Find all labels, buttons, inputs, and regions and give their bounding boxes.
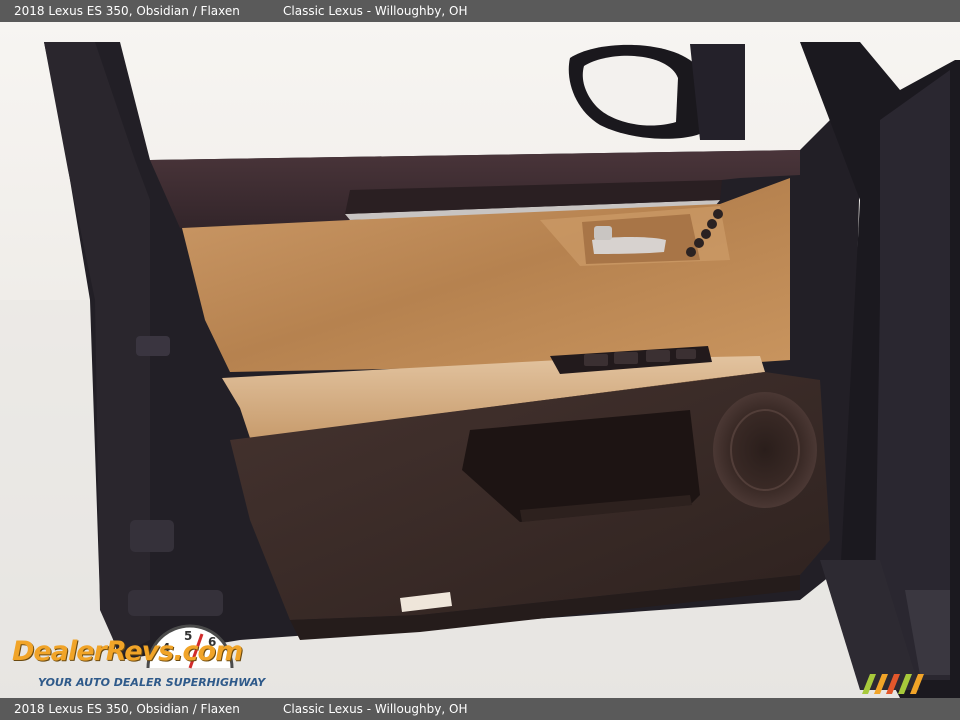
caption-bar-top: 2018 Lexus ES 350, Obsidian / Flaxen Cla… [0, 0, 960, 22]
dealer-caption: Classic Lexus - Willoughby, OH [283, 4, 468, 18]
vehicle-photo [0, 22, 960, 698]
speaker-grille-icon [713, 392, 817, 508]
vehicle-caption: 2018 Lexus ES 350, Obsidian / Flaxen [14, 4, 240, 18]
dealerrevs-watermark: 4 5 6 DealerRevs.com YOUR AUTO DEALER SU… [12, 618, 272, 694]
caption-bar-bottom: 2018 Lexus ES 350, Obsidian / Flaxen Cla… [0, 698, 960, 720]
vehicle-caption: 2018 Lexus ES 350, Obsidian / Flaxen [14, 702, 240, 716]
dealer-caption: Classic Lexus - Willoughby, OH [283, 702, 468, 716]
door-handle-icon [582, 214, 700, 264]
dealerrevs-tagline: YOUR AUTO DEALER SUPERHIGHWAY [38, 676, 266, 689]
door-lock-latch [136, 336, 170, 356]
dealerrevs-logo: DealerRevs.com [12, 636, 243, 667]
stripes-logo-icon [862, 674, 924, 694]
